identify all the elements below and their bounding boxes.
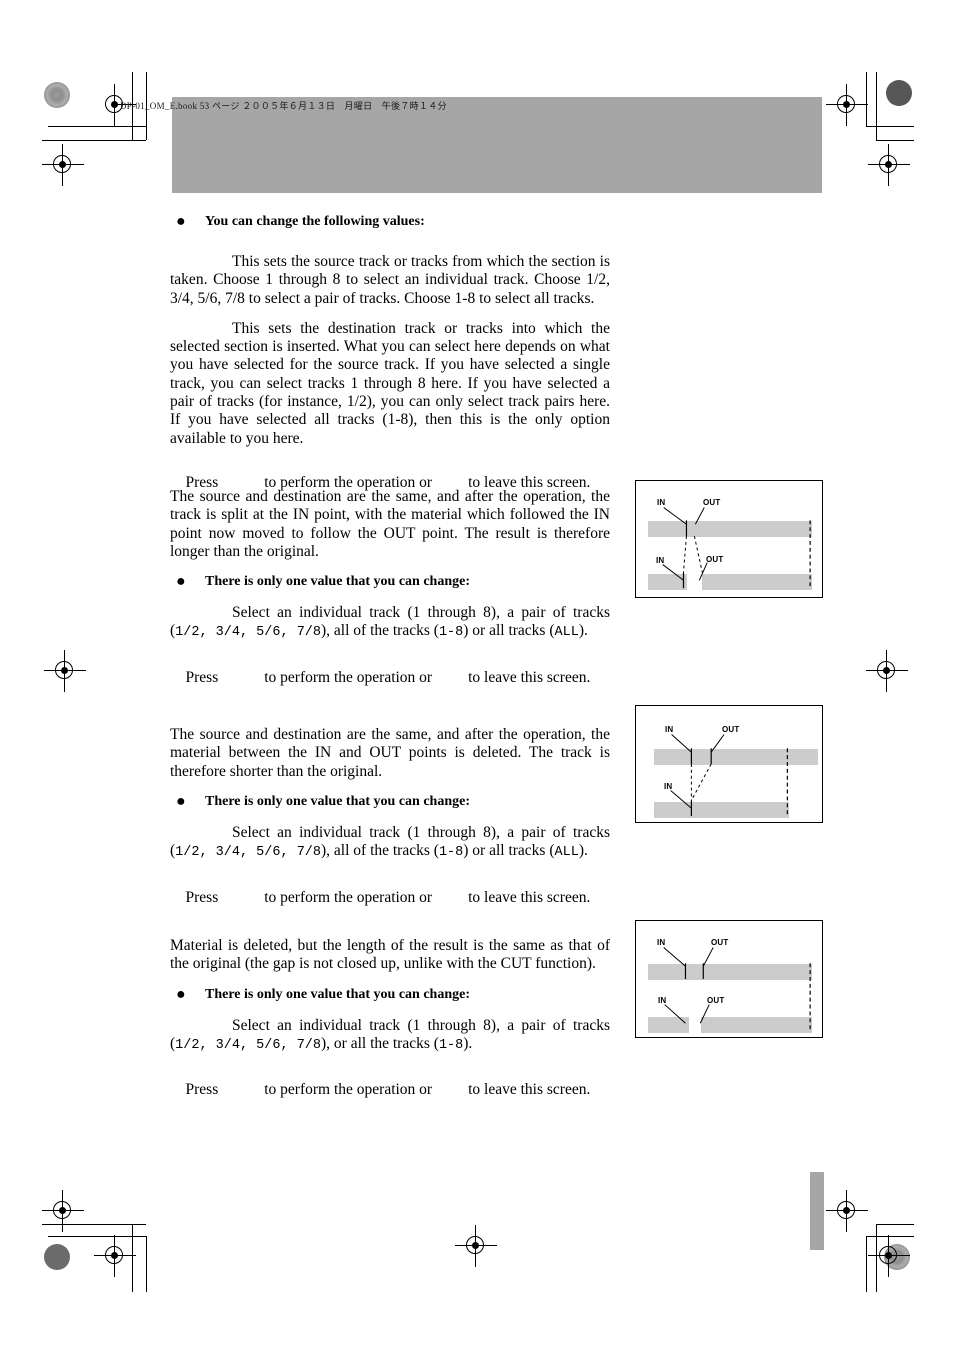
paragraph-open-detail: Select an individual track (1 through 8)…: [170, 604, 610, 643]
open-diagram: IN OUT IN OUT: [635, 480, 823, 598]
label-in-top: IN: [657, 498, 666, 507]
diagram-lines: [670, 734, 788, 817]
crop-mark-line: [866, 1236, 867, 1292]
bullet-icon: ●: [176, 985, 186, 1003]
press-middle: to perform the operation or: [264, 888, 433, 906]
registration-color-patch: [44, 82, 70, 108]
detail-text: ), or all the tracks (: [321, 1034, 439, 1052]
press-middle: to perform the operation or: [264, 669, 433, 687]
label-in-bottom: IN: [656, 556, 665, 565]
label-out-bottom: OUT: [707, 996, 725, 1005]
crop-mark-line: [876, 140, 914, 141]
detail-track-values: 1/2, 3/4, 5/6, 7/8: [175, 1037, 321, 1053]
bullet-heading-row: ● There is only one value that you can c…: [170, 986, 610, 1004]
registration-color-patch: [886, 80, 912, 106]
bullet-heading-text: There is only one value that you can cha…: [205, 574, 470, 590]
section-silence: Material is deleted, but the length of t…: [170, 937, 610, 1118]
crop-mark-line: [146, 1236, 147, 1292]
press-instruction-line: Press to perform the operation or to leave…: [170, 651, 610, 706]
crop-mark-line: [876, 72, 877, 140]
registration-color-patch: [44, 1244, 70, 1270]
label-in-bottom: IN: [664, 782, 673, 791]
registration-mark: [826, 1190, 868, 1232]
detail-track-values: 1/2, 3/4, 5/6, 7/8: [175, 845, 321, 861]
press-instruction-line: Press to perform the operation or to leave…: [170, 1063, 610, 1118]
press-prefix: Press: [185, 1081, 219, 1099]
crop-mark-line: [866, 126, 914, 127]
bullet-heading-row: ● There is only one value that you can c…: [170, 573, 610, 591]
diagram-inner: IN OUT IN OUT: [636, 481, 822, 597]
detail-text: ) or all tracks (: [463, 622, 555, 640]
diagram-inner: IN OUT IN OUT: [636, 921, 822, 1037]
registration-mark: [868, 1235, 910, 1277]
registration-mark: [868, 144, 910, 186]
press-prefix: Press: [185, 888, 219, 906]
paragraph-source-track: This sets the source track or tracks fro…: [170, 253, 610, 307]
paragraph-destination-track: This sets the destination track or track…: [170, 319, 610, 447]
detail-text: ) or all tracks (: [463, 842, 555, 860]
detail-text: ).: [578, 842, 588, 860]
registration-mark: [455, 1225, 497, 1267]
diagram-inner: IN OUT IN: [636, 706, 822, 822]
press-suffix: to leave this screen.: [468, 1081, 591, 1099]
press-suffix: to leave this screen.: [468, 888, 591, 906]
bullet-heading-text: You can change the following values:: [205, 214, 425, 229]
label-in-top: IN: [665, 725, 674, 734]
section-open: The source and destination are the same,…: [170, 488, 610, 706]
registration-mark: [42, 144, 84, 186]
header-caption: DP-01_OM_E.book 53 ページ ２００５年６月１３日 月曜日 午後…: [120, 101, 447, 111]
detail-text: ).: [578, 622, 588, 640]
paragraph-open-intro: The source and destination are the same,…: [170, 488, 610, 560]
silence-diagram: IN OUT IN OUT: [635, 920, 823, 1038]
bullet-heading-text: There is only one value that you can cha…: [205, 986, 470, 1002]
crop-mark-line: [42, 140, 146, 141]
crop-mark-line: [876, 1224, 914, 1225]
label-in-bottom: IN: [658, 996, 667, 1005]
press-instruction-line: Press to perform the operation or to leave…: [170, 870, 610, 925]
detail-all-tracks-value: 1-8: [438, 845, 464, 861]
cut-diagram: IN OUT IN: [635, 705, 823, 823]
label-out-top: OUT: [722, 725, 740, 734]
paragraph-silence-detail: Select an individual track (1 through 8)…: [170, 1017, 610, 1056]
bullet-icon: ●: [176, 213, 186, 230]
section-cut: The source and destination are the same,…: [170, 726, 610, 925]
bullet-icon: ●: [176, 792, 186, 810]
detail-track-values: 1/2, 3/4, 5/6, 7/8: [175, 625, 321, 641]
detail-text: ), all of the tracks (: [321, 622, 439, 640]
bullet-heading-row: ● There is only one value that you can c…: [170, 793, 610, 811]
registration-mark: [94, 1235, 136, 1277]
section-copy-paste: ● You can change the following values: T…: [170, 213, 610, 511]
detail-text: ).: [463, 1034, 473, 1052]
detail-text: ), all of the tracks (: [321, 842, 439, 860]
registration-mark: [42, 1190, 84, 1232]
press-middle: to perform the operation or: [264, 1081, 433, 1099]
label-out-bottom: OUT: [706, 555, 724, 564]
detail-all-value: ALL: [554, 845, 579, 861]
registration-mark: [826, 84, 868, 126]
registration-mark: [44, 650, 86, 692]
detail-all-tracks-value: 1-8: [438, 625, 464, 641]
press-prefix: Press: [185, 669, 219, 687]
paragraph-cut-intro: The source and destination are the same,…: [170, 726, 610, 780]
paragraph-silence-intro: Material is deleted, but the length of t…: [170, 937, 610, 973]
bullet-heading-row: ● You can change the following values:: [170, 213, 610, 231]
label-in-top: IN: [657, 938, 666, 947]
detail-all-value: ALL: [554, 625, 579, 641]
page-tab-marker: [810, 1172, 824, 1250]
bullet-icon: ●: [176, 573, 186, 591]
paragraph-cut-detail: Select an individual track (1 through 8)…: [170, 824, 610, 863]
press-suffix: to leave this screen.: [468, 669, 591, 687]
detail-all-tracks-value: 1-8: [438, 1037, 464, 1053]
bullet-heading-text: There is only one value that you can cha…: [205, 793, 470, 809]
label-out-top: OUT: [703, 498, 721, 507]
registration-mark: [866, 650, 908, 692]
label-out-top: OUT: [711, 938, 729, 947]
